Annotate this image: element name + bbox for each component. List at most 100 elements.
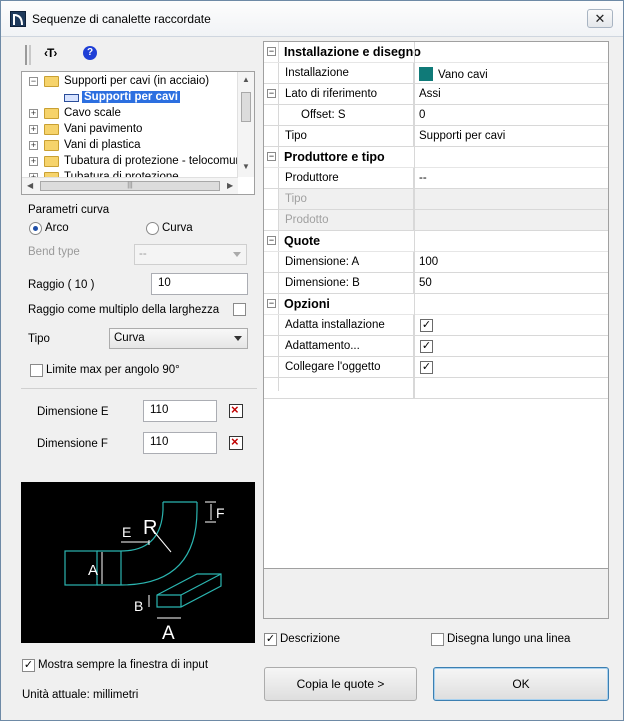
property-name <box>279 378 414 398</box>
raggio-multiplo-checkbox[interactable] <box>233 303 246 316</box>
descrizione-checkbox[interactable]: ✓ <box>264 633 277 646</box>
scroll-right-icon[interactable]: ▶ <box>227 181 233 190</box>
mostra-finestra-checkbox[interactable]: ✓ <box>22 659 35 672</box>
property-value[interactable] <box>414 336 608 356</box>
text-tool-button[interactable]: ‹T› <box>44 46 57 60</box>
disegna-lungo-linea-checkbox[interactable] <box>431 633 444 646</box>
dialog-window: Sequenze di canalette raccordate ✕ ‹T› ?… <box>0 0 624 721</box>
property-row[interactable] <box>264 378 608 399</box>
property-value-text: Assi <box>419 88 441 100</box>
cable-tray-icon <box>64 94 79 102</box>
curva-radio[interactable] <box>146 222 159 235</box>
scroll-thumb[interactable] <box>241 92 251 122</box>
scroll-left-icon[interactable]: ◀ <box>27 181 33 190</box>
help-icon[interactable]: ? <box>83 46 97 60</box>
tree-vertical-scrollbar[interactable]: ▲ ▼ <box>237 72 254 177</box>
property-row[interactable]: Tipo Supporti per cavi <box>264 126 608 147</box>
tree-view[interactable]: − Supporti per cavi (in acciaio) Supporti … <box>22 72 238 177</box>
scroll-up-icon[interactable]: ▲ <box>242 75 250 84</box>
preview-bend-outer <box>120 509 198 586</box>
fitting-preview-drawing: E R F A B A <box>64 501 225 644</box>
preview-label-a: A <box>88 562 98 579</box>
property-value[interactable] <box>414 378 608 398</box>
property-row[interactable]: Prodotto <box>264 210 608 231</box>
property-category[interactable]: − Opzioni <box>264 294 608 315</box>
pick-dimension-e-icon[interactable] <box>229 402 243 418</box>
property-category[interactable]: − Quote <box>264 231 608 252</box>
property-row[interactable]: Offset: S 0 <box>264 105 608 126</box>
property-value[interactable] <box>414 357 608 377</box>
property-row[interactable]: Dimensione: B 50 <box>264 273 608 294</box>
property-value[interactable] <box>414 210 608 230</box>
curve-params-group: Parametri curva Arco Curva Bend type -- … <box>21 201 257 387</box>
collapse-icon[interactable]: − <box>29 77 38 86</box>
chevron-down-icon <box>234 336 242 341</box>
close-button[interactable]: ✕ <box>587 9 613 28</box>
property-row[interactable]: Installazione Vano cavi <box>264 63 608 84</box>
property-value[interactable]: -- <box>414 168 608 188</box>
tipo-value: Curva <box>114 332 145 344</box>
collapse-icon[interactable]: − <box>267 152 276 161</box>
curva-label[interactable]: Curva <box>162 222 193 234</box>
property-grid-column-divider[interactable] <box>414 42 415 399</box>
curve-params-title: Parametri curva <box>28 204 110 216</box>
scroll-down-icon[interactable]: ▼ <box>242 162 250 171</box>
property-value[interactable]: Assi <box>414 84 608 104</box>
property-name: Offset: S <box>279 105 414 125</box>
expand-icon[interactable]: + <box>29 157 38 166</box>
property-name: Tipo <box>279 189 414 209</box>
property-row[interactable]: Adattamento... ✓ <box>264 336 608 357</box>
bend-type-select[interactable]: -- <box>134 244 247 265</box>
dimension-e-input[interactable]: 110 <box>143 400 217 422</box>
collapse-icon[interactable]: − <box>267 299 276 308</box>
preview-label-b: B <box>134 598 143 614</box>
property-row[interactable]: − Lato di riferimento Assi <box>264 84 608 105</box>
property-row[interactable]: Produttore -- <box>264 168 608 189</box>
catalog-tree[interactable]: − Supporti per cavi (in acciaio) Supporti … <box>21 71 255 195</box>
arco-label[interactable]: Arco <box>45 222 69 234</box>
property-row[interactable]: Dimensione: A 100 <box>264 252 608 273</box>
tipo-select[interactable]: Curva <box>109 328 248 349</box>
tree-horizontal-scrollbar[interactable]: ◀ ||| ▶ <box>22 177 238 194</box>
mostra-finestra-label[interactable]: Mostra sempre la finestra di input <box>38 659 208 671</box>
limite-checkbox[interactable] <box>30 364 43 377</box>
disegna-lungo-linea-label[interactable]: Disegna lungo una linea <box>447 633 570 645</box>
ok-button[interactable]: OK <box>433 667 609 701</box>
preview-box-edge2 <box>180 573 222 596</box>
property-value[interactable] <box>414 189 608 209</box>
property-row[interactable]: Tipo <box>264 189 608 210</box>
collapse-icon[interactable]: − <box>267 236 276 245</box>
property-row[interactable]: Collegare l'oggetto ✓ <box>264 357 608 378</box>
dimension-f-input[interactable]: 110 <box>143 432 217 454</box>
property-value[interactable]: 0 <box>414 105 608 125</box>
dimension-e-label: Dimensione E <box>37 406 109 418</box>
property-value[interactable] <box>414 315 608 335</box>
property-name: Adattamento... <box>279 336 414 356</box>
scroll-thumb-horizontal[interactable]: ||| <box>40 181 220 191</box>
collapse-icon[interactable]: − <box>267 89 276 98</box>
title-bar[interactable]: Sequenze di canalette raccordate ✕ <box>1 1 623 37</box>
tree-item-label: Vani di plastica <box>64 139 141 151</box>
collapse-icon[interactable]: − <box>267 47 276 56</box>
descrizione-label[interactable]: Descrizione <box>280 633 340 645</box>
expand-icon[interactable]: + <box>29 125 38 134</box>
property-row[interactable]: Adatta installazione ✓ <box>264 315 608 336</box>
property-value[interactable]: 50 <box>414 273 608 293</box>
arco-radio[interactable] <box>29 222 42 235</box>
chevron-down-icon <box>233 252 241 257</box>
dimension-f-label: Dimensione F <box>37 438 108 450</box>
property-category-name: Installazione e disegno <box>284 45 421 59</box>
raggio-input[interactable]: 10 <box>151 273 248 295</box>
copia-quote-button[interactable]: Copia le quote > <box>264 667 417 701</box>
property-category[interactable]: − Installazione e disegno <box>264 42 608 63</box>
property-grid[interactable]: − Installazione e disegno Installazione Van… <box>263 41 609 569</box>
limite-label[interactable]: Limite max per angolo 90° <box>46 364 180 376</box>
expand-icon[interactable]: + <box>29 109 38 118</box>
property-category[interactable]: − Produttore e tipo <box>264 147 608 168</box>
property-value[interactable]: 100 <box>414 252 608 272</box>
pick-dimension-f-icon[interactable] <box>229 434 243 450</box>
toolbar-grip-icon[interactable] <box>25 45 31 65</box>
property-value[interactable]: Vano cavi <box>414 63 608 83</box>
property-value[interactable]: Supporti per cavi <box>414 126 608 146</box>
expand-icon[interactable]: + <box>29 141 38 150</box>
